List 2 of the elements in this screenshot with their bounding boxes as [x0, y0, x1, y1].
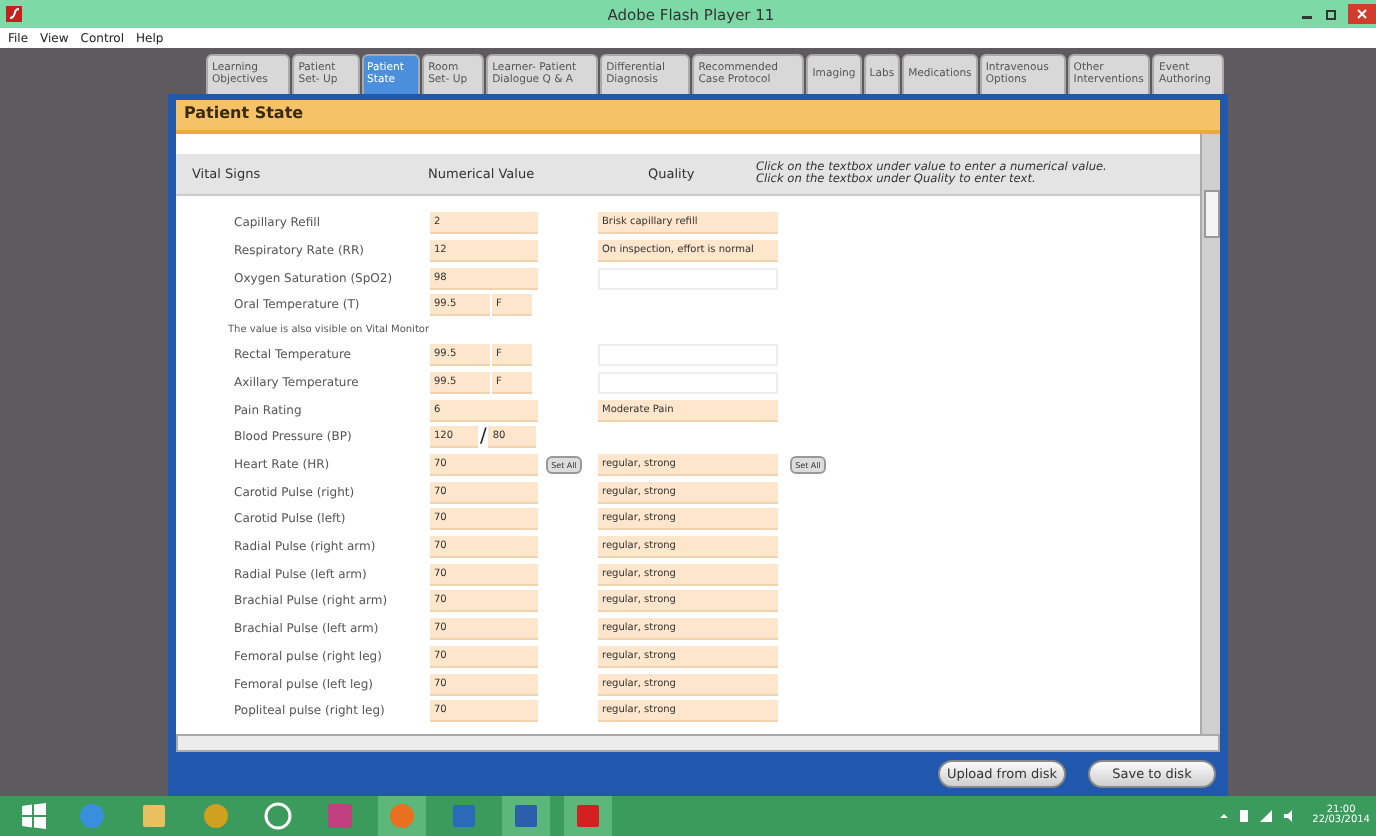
panel-header: Patient State	[176, 100, 1220, 134]
slash-text: /	[480, 427, 487, 448]
